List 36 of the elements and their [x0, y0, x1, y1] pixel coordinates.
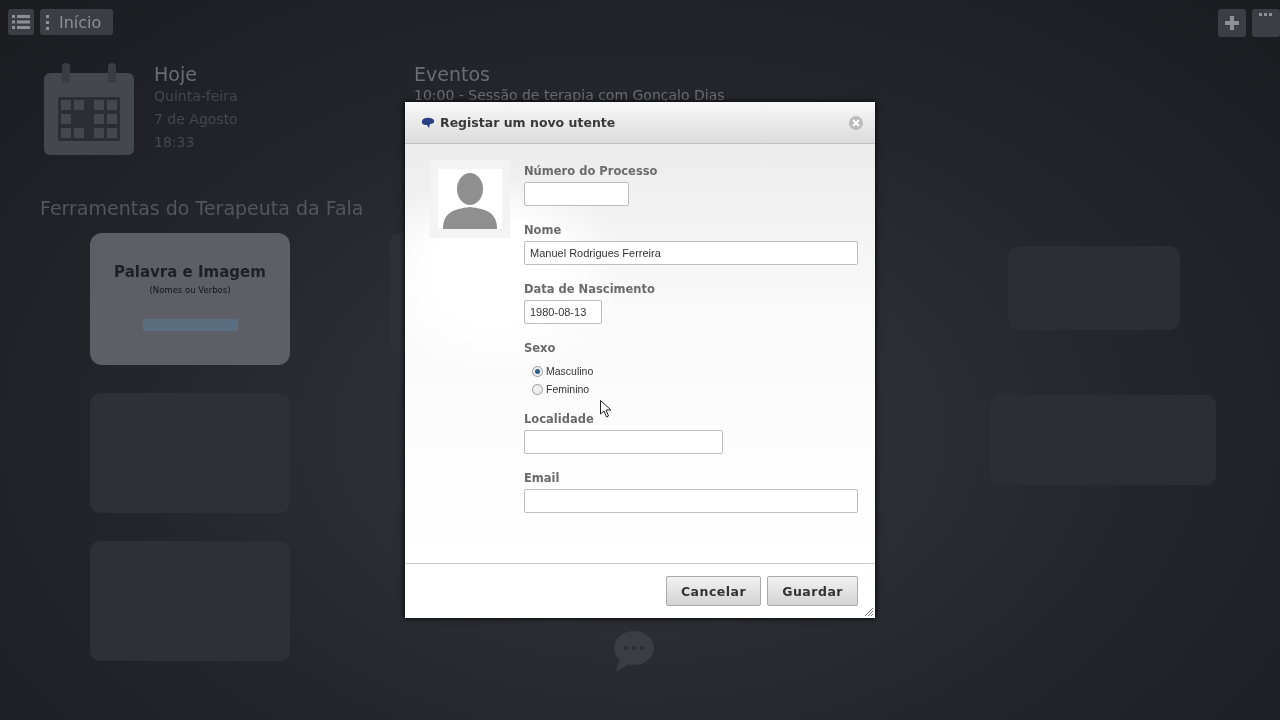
text-field[interactable]: Manuel Rodrigues Ferreira: [524, 241, 858, 265]
field-label: Data de Nascimento: [524, 282, 656, 296]
field-label: Localidade: [524, 412, 595, 426]
list-icon: [12, 14, 30, 30]
event-item: 10:00 - Sessão de terapia com Gonçalo Dias: [414, 86, 725, 105]
field-label: Número do Processo: [524, 164, 659, 178]
radio-label[interactable]: Feminino: [546, 383, 590, 395]
text-field[interactable]: [524, 489, 858, 513]
field-label: Nome: [524, 223, 563, 237]
save-button[interactable]: Guardar: [767, 576, 858, 606]
close-button[interactable]: [849, 115, 863, 130]
add-button[interactable]: [1218, 9, 1246, 37]
person-silhouette-icon: [441, 171, 499, 229]
menu-button[interactable]: [8, 9, 34, 35]
close-icon: [852, 118, 860, 127]
field-label: Sexo: [524, 341, 557, 355]
events-title: Eventos: [414, 63, 491, 85]
resize-grip-icon[interactable]: [864, 607, 873, 616]
field-label: Email: [524, 471, 561, 485]
more-button[interactable]: [1252, 9, 1280, 37]
radio-button[interactable]: [532, 365, 543, 377]
cancel-button[interactable]: Cancelar: [665, 576, 762, 606]
card-subtitle: (Nomes ou Verbos): [149, 285, 231, 295]
radio-label[interactable]: Masculino: [546, 365, 594, 377]
text-field[interactable]: [524, 182, 629, 206]
dots-icon: [46, 14, 49, 30]
calendar-icon: [44, 63, 134, 155]
plus-icon: [1225, 16, 1239, 30]
text-field[interactable]: [524, 430, 723, 454]
cursor-icon: [600, 400, 612, 418]
text-field[interactable]: 1980-08-13: [524, 300, 602, 324]
dots-icon: [1258, 13, 1274, 16]
card-title: Palavra e Imagem: [114, 263, 266, 281]
radio-button[interactable]: [532, 383, 543, 395]
dialog-title: Registar um novo utente: [440, 115, 617, 130]
today-title: Hoje: [154, 63, 198, 85]
